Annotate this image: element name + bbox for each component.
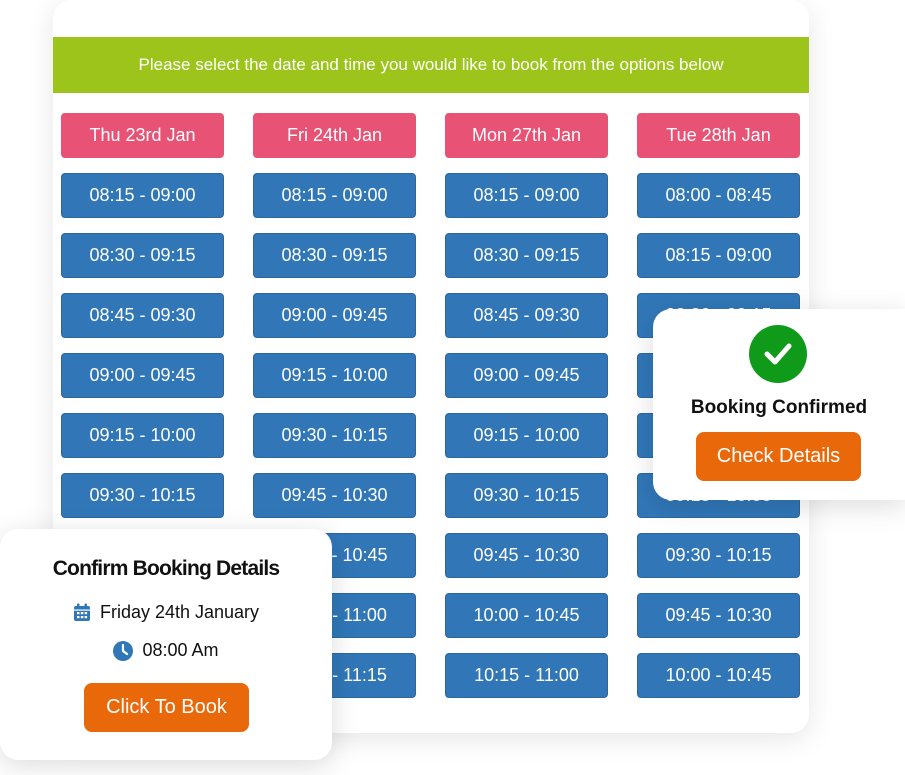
booking-date-row: Friday 24th January (0, 602, 332, 623)
time-slot-button[interactable]: 10:00 - 10:45 (637, 653, 800, 698)
time-slot-button[interactable]: 09:30 - 10:15 (637, 533, 800, 578)
confirm-booking-title: Confirm Booking Details (52, 557, 280, 580)
time-slot-button[interactable]: 09:00 - 09:45 (253, 293, 416, 338)
date-button[interactable]: Mon 27th Jan (445, 113, 608, 158)
booking-time-text: 08:00 Am (142, 640, 219, 660)
time-slot-button[interactable]: 09:45 - 10:30 (445, 533, 608, 578)
booking-confirmed-card: Booking Confirmed Check Details (653, 309, 905, 500)
clock-icon (113, 640, 134, 661)
time-slot-button[interactable]: 08:45 - 09:30 (445, 293, 608, 338)
time-slot-button[interactable]: 08:30 - 09:15 (61, 233, 224, 278)
time-slot-button[interactable]: 10:15 - 11:00 (445, 653, 608, 698)
time-slot-button[interactable]: 09:30 - 10:15 (253, 413, 416, 458)
time-slot-button[interactable]: 08:15 - 09:00 (445, 173, 608, 218)
confirmed-title: Booking Confirmed (690, 397, 868, 418)
time-slot-button[interactable]: 09:45 - 10:30 (253, 473, 416, 518)
time-slot-button[interactable]: 08:00 - 08:45 (637, 173, 800, 218)
time-slot-button[interactable]: 09:30 - 10:15 (445, 473, 608, 518)
time-slot-button[interactable]: 08:15 - 09:00 (637, 233, 800, 278)
time-slot-button[interactable]: 09:00 - 09:45 (445, 353, 608, 398)
instruction-banner: Please select the date and time you woul… (53, 37, 809, 93)
booking-date-text: Friday 24th January (99, 602, 260, 622)
date-button[interactable]: Thu 23rd Jan (61, 113, 224, 158)
time-slot-button[interactable]: 08:15 - 09:00 (61, 173, 224, 218)
booking-time-row: 08:00 Am (0, 640, 332, 661)
time-slot-button[interactable]: 09:00 - 09:45 (61, 353, 224, 398)
time-slot-button[interactable]: 08:30 - 09:15 (445, 233, 608, 278)
day-column: Mon 27th Jan 08:15 - 09:00 08:30 - 09:15 08… (445, 113, 608, 713)
time-slot-button[interactable]: 08:45 - 09:30 (61, 293, 224, 338)
date-button[interactable]: Fri 24th Jan (253, 113, 416, 158)
check-details-button[interactable]: Check Details (696, 432, 861, 481)
date-button[interactable]: Tue 28th Jan (637, 113, 800, 158)
time-slot-button[interactable]: 10:00 - 10:45 (445, 593, 608, 638)
click-to-book-button[interactable]: Click To Book (84, 683, 249, 732)
time-slot-button[interactable]: 09:15 - 10:00 (61, 413, 224, 458)
time-slot-button[interactable]: 08:15 - 09:00 (253, 173, 416, 218)
check-icon (749, 325, 807, 383)
time-slot-button[interactable]: 09:30 - 10:15 (61, 473, 224, 518)
time-slot-button[interactable]: 09:45 - 10:30 (637, 593, 800, 638)
time-slot-button[interactable]: 09:15 - 10:00 (253, 353, 416, 398)
confirm-booking-card: Confirm Booking Details Friday 24th Janu… (0, 529, 332, 760)
time-slot-button[interactable]: 09:15 - 10:00 (445, 413, 608, 458)
calendar-icon (73, 603, 91, 622)
time-slot-button[interactable]: 08:30 - 09:15 (253, 233, 416, 278)
